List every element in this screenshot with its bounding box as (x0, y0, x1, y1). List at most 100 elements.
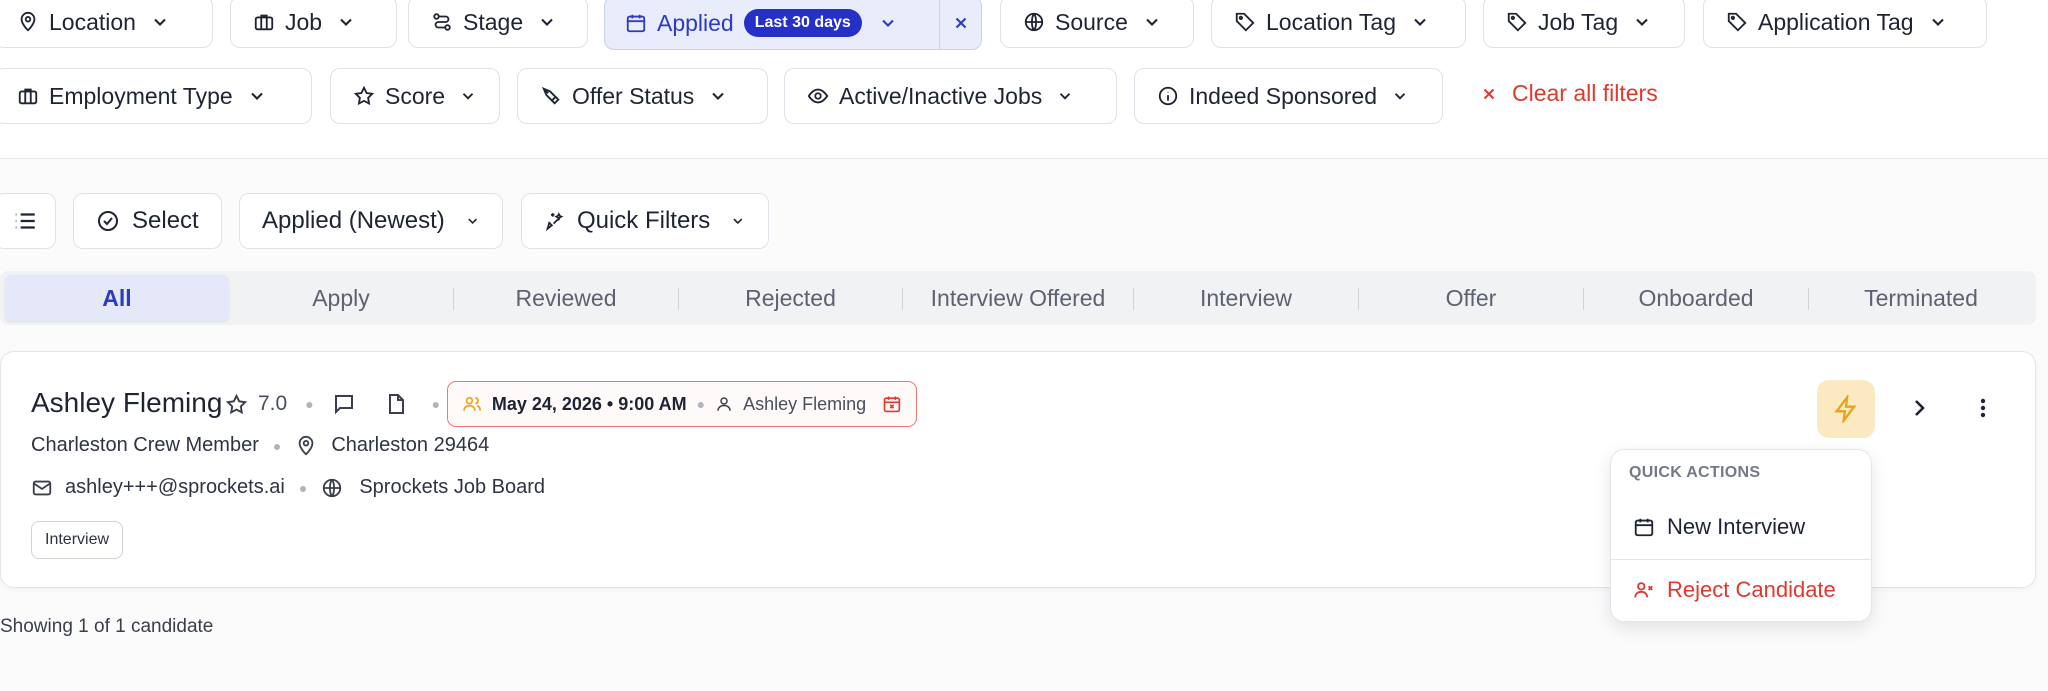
chevron-right-icon (1915, 400, 1925, 416)
offer-status-filter[interactable]: Offer Status (517, 68, 768, 124)
job-filter-label: Job (285, 8, 323, 35)
tab-offer[interactable]: Offer (1359, 275, 1583, 321)
score-filter[interactable]: Score (330, 68, 500, 124)
sort-dropdown[interactable]: Applied (Newest) (239, 193, 503, 249)
applied-filter: Applied Last 30 days (604, 0, 982, 50)
quick-filters-label: Quick Filters (576, 207, 711, 234)
chevron-down-icon (712, 92, 725, 100)
interview-schedule-badge[interactable]: May 24, 2026 • 9:00 AM ● Ashley Fleming (447, 381, 917, 427)
location-tag-filter-label: Location Tag (1266, 8, 1397, 35)
chevron-down-icon (468, 218, 477, 225)
employment-type-filter-label: Employment Type (49, 82, 233, 109)
list-view-button[interactable] (0, 193, 56, 249)
select-button-label: Select (132, 207, 199, 234)
calendar-icon (1634, 518, 1654, 537)
mail-icon (32, 480, 52, 495)
tab-interview-offered[interactable]: Interview Offered (903, 275, 1133, 321)
tab-reviewed[interactable]: Reviewed (454, 275, 678, 321)
stage-tag: Interview (31, 521, 124, 559)
remove-applied-filter-button[interactable] (939, 0, 981, 49)
employment-type-filter[interactable]: Employment Type (0, 68, 312, 124)
open-candidate-button[interactable] (1899, 388, 1939, 428)
results-count: Showing 1 of 1 candidate (0, 616, 214, 637)
tab-interview[interactable]: Interview (1134, 275, 1358, 321)
check-circle-icon (98, 211, 118, 231)
tab-apply[interactable]: Apply (229, 275, 453, 321)
active-inactive-jobs-filter[interactable]: Active/Inactive Jobs (784, 68, 1117, 124)
candidate-score: 7.0 (258, 392, 288, 415)
tab-rejected[interactable]: Rejected (679, 275, 902, 321)
job-filter[interactable]: Job (230, 0, 397, 48)
reject-candidate-menu-item[interactable]: Reject Candidate (1633, 577, 1836, 603)
new-interview-menu-item[interactable]: New Interview (1633, 514, 1805, 540)
clear-all-filters-button[interactable]: Clear all filters (1480, 80, 1658, 107)
stage-filter-label: Stage (463, 8, 524, 35)
eye-icon (807, 88, 829, 104)
tab-all[interactable]: All (5, 275, 229, 321)
star-icon (225, 393, 248, 414)
tab-onboarded[interactable]: Onboarded (1584, 275, 1808, 321)
interviewer-name: Ashley Fleming (743, 393, 867, 414)
list-icon (15, 213, 35, 229)
quick-actions-button[interactable] (1817, 380, 1875, 438)
tag-icon (1727, 12, 1747, 32)
candidate-job: Charleston Crew Member (31, 434, 259, 456)
application-tag-filter[interactable]: Application Tag (1703, 0, 1987, 48)
candidate-source: Sprockets Job Board (359, 476, 545, 498)
quick-actions-header: QUICK ACTIONS (1629, 464, 1761, 481)
applied-range-badge: Last 30 days (743, 9, 862, 37)
message-icon[interactable] (332, 392, 356, 416)
calendar-cancel-icon[interactable] (882, 393, 902, 415)
application-tag-filter-label: Application Tag (1758, 8, 1914, 35)
chevron-down-icon (1931, 18, 1944, 26)
quick-filters-dropdown[interactable]: Quick Filters (521, 193, 769, 249)
offer-status-filter-label: Offer Status (572, 82, 695, 109)
candidate-contact: ashley+++@sprockets.ai ● Sprockets Job B… (31, 476, 545, 499)
chevron-down-icon (1146, 18, 1158, 26)
chevron-down-icon (340, 18, 352, 26)
chevron-down-icon (733, 218, 743, 225)
sparkle-icon (545, 212, 564, 232)
location-tag-filter[interactable]: Location Tag (1211, 0, 1466, 48)
more-options-button[interactable] (1963, 388, 2003, 428)
separator-dot: ● (272, 437, 282, 454)
separator-dot: ● (305, 396, 314, 412)
tag-icon (1235, 12, 1255, 32)
candidate-meta: 7.0 ● ● (225, 392, 440, 416)
candidate-email[interactable]: ashley+++@sprockets.ai (65, 476, 285, 499)
candidate-name[interactable]: Ashley Fleming (31, 387, 222, 419)
more-vertical-icon (1980, 398, 1986, 418)
score-filter-label: Score (385, 82, 446, 109)
active-inactive-jobs-filter-label: Active/Inactive Jobs (839, 82, 1043, 109)
new-interview-label: New Interview (1667, 514, 1806, 539)
indeed-sponsored-filter[interactable]: Indeed Sponsored (1134, 68, 1443, 124)
clear-all-filters-label: Clear all filters (1512, 80, 1658, 106)
source-filter[interactable]: Source (1000, 0, 1194, 48)
location-filter[interactable]: Location (0, 0, 213, 48)
tab-terminated[interactable]: Terminated (1809, 275, 2033, 321)
source-filter-label: Source (1055, 8, 1128, 35)
document-icon[interactable] (384, 392, 408, 416)
reject-candidate-label: Reject Candidate (1667, 577, 1836, 602)
separator-dot: ● (696, 396, 706, 412)
job-tag-filter-label: Job Tag (1538, 8, 1619, 35)
indeed-sponsored-filter-label: Indeed Sponsored (1189, 82, 1377, 109)
user-icon (717, 397, 731, 411)
quick-actions-menu: QUICK ACTIONS New Interview Reject Candi… (1610, 449, 1872, 622)
job-tag-filter[interactable]: Job Tag (1483, 0, 1685, 48)
map-pin-icon (20, 11, 36, 32)
user-x-icon (1634, 582, 1653, 598)
star-icon (353, 85, 375, 106)
globe-icon (1024, 12, 1044, 32)
close-icon (1483, 88, 1495, 99)
stage-tabs: All Apply Reviewed Rejected Interview Of… (0, 271, 2036, 325)
users-icon (463, 396, 482, 411)
calendar-icon (626, 14, 646, 33)
chevron-down-icon (882, 19, 894, 27)
briefcase-icon (254, 14, 274, 31)
select-button[interactable]: Select (73, 193, 222, 249)
tag-icon (1507, 12, 1527, 32)
stage-filter[interactable]: Stage (408, 0, 588, 48)
applied-filter-button[interactable]: Applied Last 30 days (605, 0, 939, 49)
separator-dot: ● (431, 396, 441, 412)
